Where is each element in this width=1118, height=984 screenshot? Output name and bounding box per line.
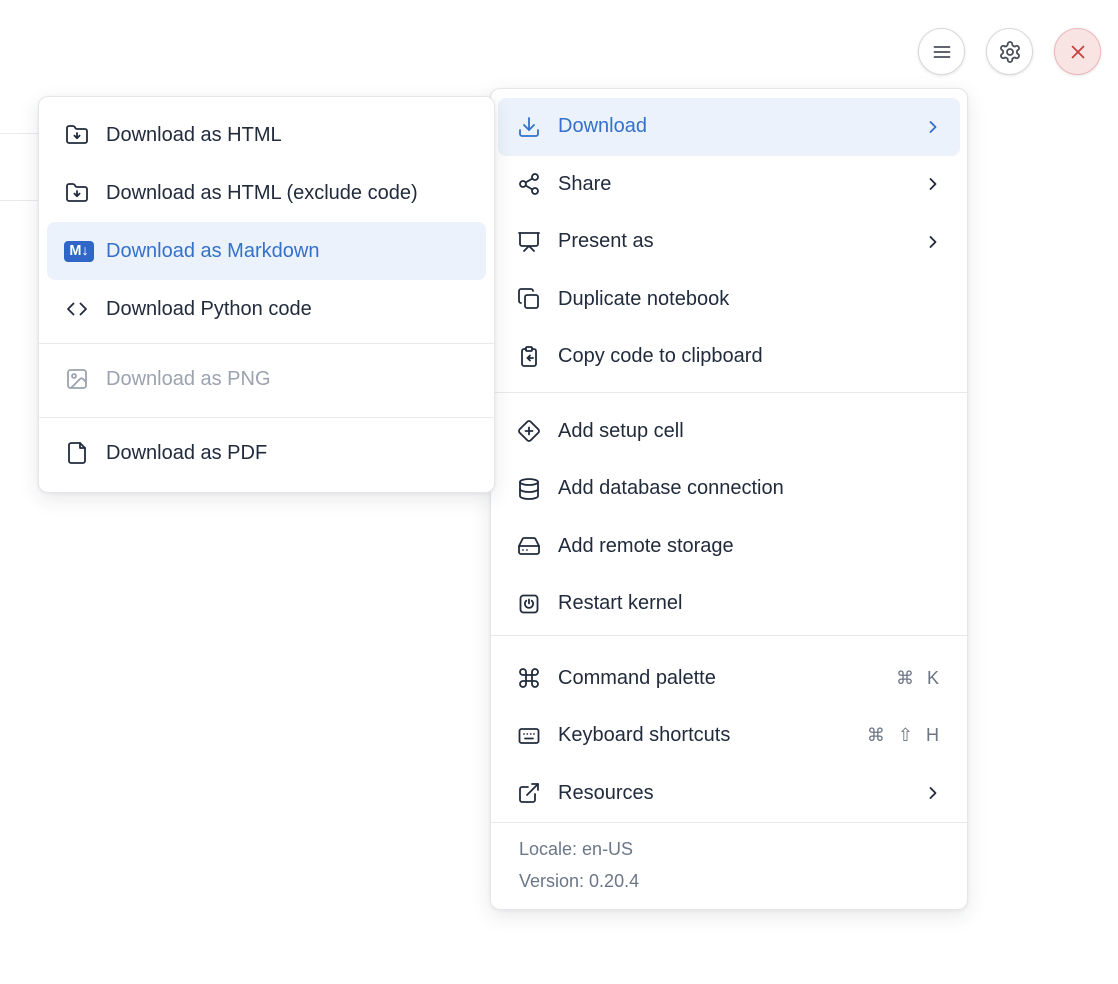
menu-item-share[interactable]: Share xyxy=(491,156,967,214)
menu-item-label: Add setup cell xyxy=(558,420,684,443)
hard-drive-icon xyxy=(516,534,542,558)
close-icon xyxy=(1065,41,1091,63)
hamburger-icon xyxy=(929,40,955,64)
menu-item-duplicate-notebook[interactable]: Duplicate notebook xyxy=(491,271,967,329)
app-canvas: Download Share Present as Duplicate no xyxy=(0,0,1118,984)
chevron-right-icon xyxy=(923,783,943,803)
shortcut-command-palette: ⌘ K xyxy=(896,668,943,689)
chevron-right-icon xyxy=(923,174,943,194)
file-icon xyxy=(64,441,90,465)
gear-icon xyxy=(997,40,1023,64)
folder-down-icon xyxy=(64,123,90,147)
background-rule-bottom xyxy=(0,200,39,201)
close-button[interactable] xyxy=(1054,28,1101,75)
menu-item-download-as-png[interactable]: Download as PNG xyxy=(39,350,494,408)
menu-item-download-as-markdown[interactable]: M↓ Download as Markdown xyxy=(47,222,486,280)
menu-item-label: Download as HTML xyxy=(106,124,282,147)
menu-item-keyboard-shortcuts[interactable]: Keyboard shortcuts ⌘ ⇧ H xyxy=(491,707,967,765)
menu-item-command-palette[interactable]: Command palette ⌘ K xyxy=(491,650,967,708)
menu-item-add-setup-cell[interactable]: Add setup cell xyxy=(491,403,967,461)
menu-item-download-as-html[interactable]: Download as HTML xyxy=(39,106,494,164)
menu-item-label: Duplicate notebook xyxy=(558,288,729,311)
menu-item-label: Resources xyxy=(558,782,654,805)
menu-item-label: Download as HTML (exclude code) xyxy=(106,182,418,205)
menu-item-label: Download as Markdown xyxy=(106,240,319,263)
floating-toolbar xyxy=(918,28,1101,75)
menu-item-label: Share xyxy=(558,173,611,196)
markdown-badge-icon: M↓ xyxy=(64,241,94,262)
menu-item-download[interactable]: Download xyxy=(498,98,960,156)
menu-button[interactable] xyxy=(918,28,965,75)
menu-separator xyxy=(39,343,494,344)
locale-text: Locale: en-US xyxy=(519,833,939,865)
menu-item-label: Add database connection xyxy=(558,477,784,500)
menu-item-label: Restart kernel xyxy=(558,592,683,615)
menu-item-add-database-connection[interactable]: Add database connection xyxy=(491,460,967,518)
menu-item-label: Present as xyxy=(558,230,654,253)
settings-button[interactable] xyxy=(986,28,1033,75)
menu-item-label: Download Python code xyxy=(106,298,312,321)
menu-item-download-as-html-exclude-code[interactable]: Download as HTML (exclude code) xyxy=(39,164,494,222)
folder-down-icon xyxy=(64,181,90,205)
menu-footer: Locale: en-US Version: 0.20.4 xyxy=(491,823,967,909)
menu-item-label: Command palette xyxy=(558,667,716,690)
command-icon xyxy=(516,666,542,690)
clipboard-copy-icon xyxy=(516,345,542,369)
menu-item-present-as[interactable]: Present as xyxy=(491,213,967,271)
download-submenu: Download as HTML Download as HTML (exclu… xyxy=(38,96,495,493)
share-icon xyxy=(516,172,542,196)
code-icon xyxy=(64,297,90,321)
menu-item-resources[interactable]: Resources xyxy=(491,765,967,823)
version-text: Version: 0.20.4 xyxy=(519,865,939,897)
menu-item-restart-kernel[interactable]: Restart kernel xyxy=(491,575,967,633)
menu-separator xyxy=(491,392,967,393)
menu-item-download-python-code[interactable]: Download Python code xyxy=(39,280,494,338)
background-rule-top xyxy=(0,133,39,134)
copy-icon xyxy=(516,287,542,311)
menu-item-label: Download xyxy=(558,115,647,138)
menu-item-label: Download as PNG xyxy=(106,368,271,391)
shortcut-keyboard-shortcuts: ⌘ ⇧ H xyxy=(867,725,943,746)
menu-item-label: Keyboard shortcuts xyxy=(558,724,730,747)
download-icon xyxy=(516,115,542,139)
menu-item-download-as-pdf[interactable]: Download as PDF xyxy=(39,424,494,482)
chevron-right-icon xyxy=(923,232,943,252)
image-icon xyxy=(64,367,90,391)
menu-item-label: Download as PDF xyxy=(106,442,267,465)
menu-item-label: Copy code to clipboard xyxy=(558,345,763,368)
power-square-icon xyxy=(516,592,542,616)
database-icon xyxy=(516,477,542,501)
menu-item-label: Add remote storage xyxy=(558,535,734,558)
keyboard-icon xyxy=(516,724,542,748)
external-link-icon xyxy=(516,781,542,805)
notebook-actions-menu: Download Share Present as Duplicate no xyxy=(490,88,968,910)
diamond-plus-icon xyxy=(516,419,542,443)
menu-item-add-remote-storage[interactable]: Add remote storage xyxy=(491,518,967,576)
presentation-icon xyxy=(516,230,542,254)
menu-separator xyxy=(39,417,494,418)
menu-separator xyxy=(491,635,967,636)
menu-item-copy-code[interactable]: Copy code to clipboard xyxy=(491,328,967,386)
chevron-right-icon xyxy=(923,117,943,137)
